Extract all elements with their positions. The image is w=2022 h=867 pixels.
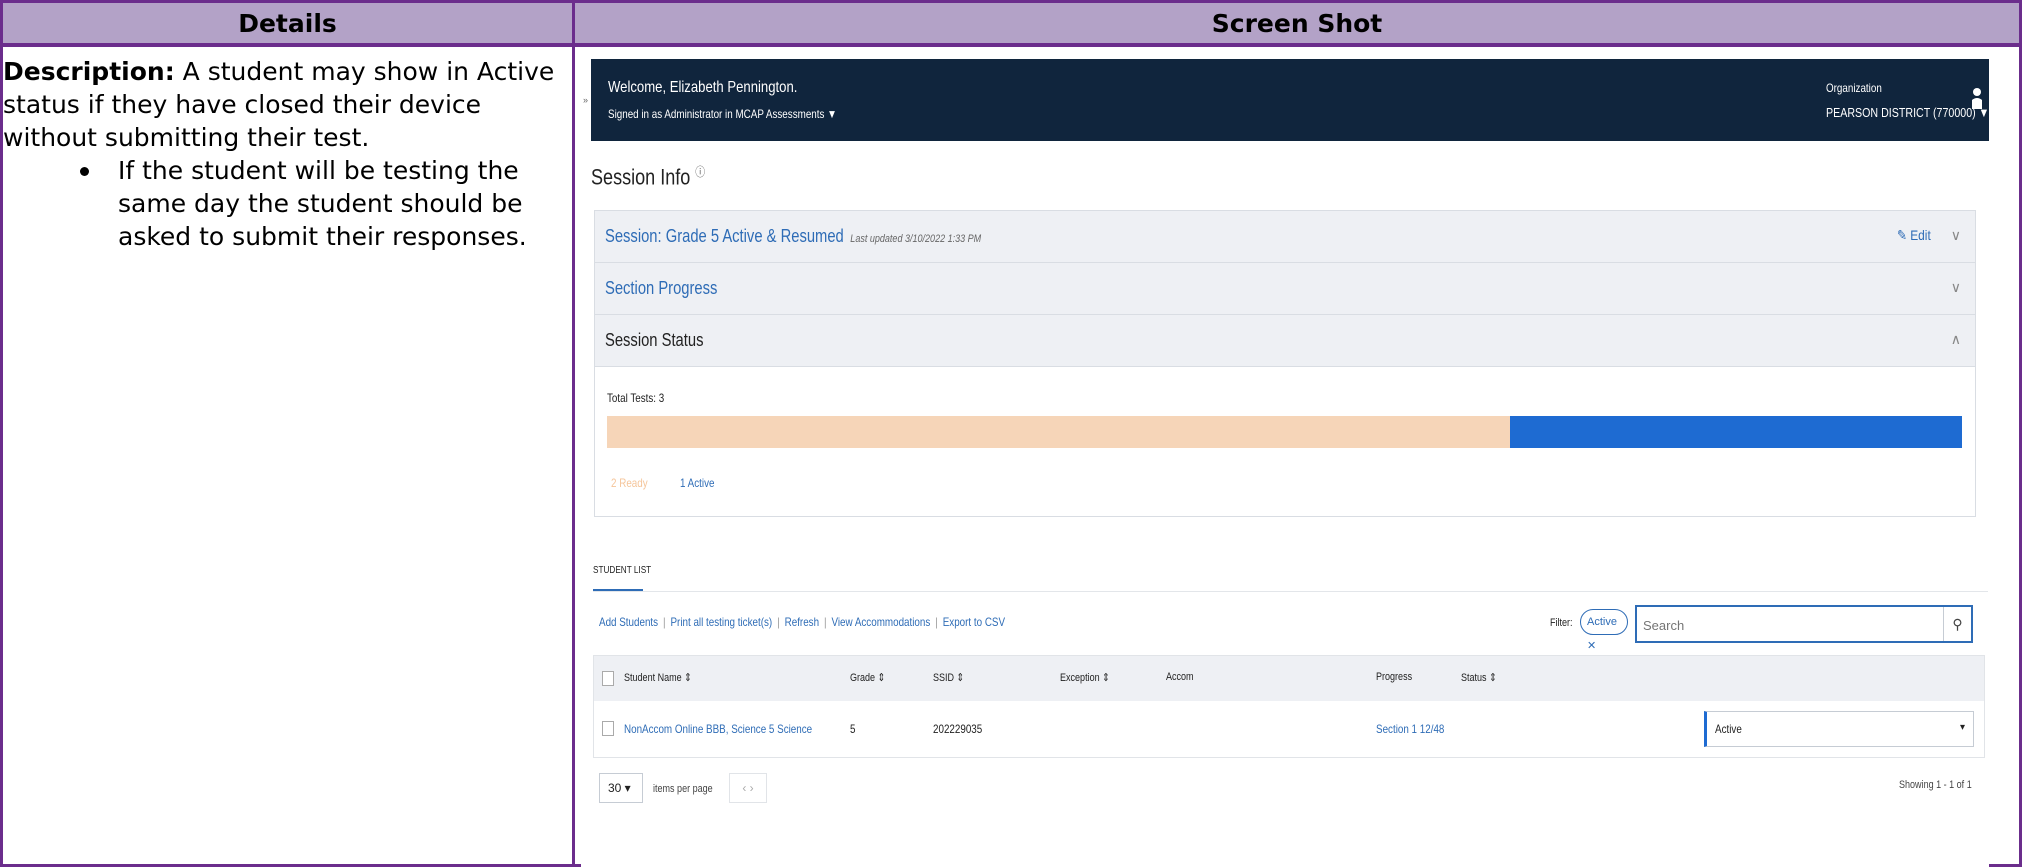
column-grade[interactable]: Grade ⇕	[850, 671, 885, 684]
app-switcher[interactable]: MCAP Assessments ▼	[735, 107, 836, 121]
column-accom: Accom	[1166, 671, 1194, 683]
details-column-header: Details	[238, 9, 337, 38]
last-updated: Last updated 3/10/2022 1:33 PM	[850, 233, 982, 245]
ssid-cell: 202229035	[933, 722, 983, 736]
session-status-title: Session Status	[605, 330, 704, 350]
status-value: Active	[1715, 722, 1742, 736]
header-left-edge: »	[581, 59, 591, 141]
session-status-accordion[interactable]: Session Status ∧	[595, 315, 1975, 367]
print-tickets-link[interactable]: Print all testing ticket(s)	[670, 615, 772, 629]
section-progress-accordion[interactable]: Section Progress ∨	[595, 263, 1975, 315]
tab-student-list[interactable]: STUDENT LIST	[593, 565, 651, 576]
edit-session-button[interactable]: ✎ Edit	[1897, 227, 1931, 244]
details-bullet-list: If the student will be testing the same …	[3, 154, 568, 253]
student-actions: Add Students | Print all testing ticket(s)…	[599, 615, 1006, 629]
student-table: Student Name ⇕ Grade ⇕ SSID ⇕ Exception …	[593, 655, 1985, 758]
bullet-icon	[80, 167, 89, 176]
description-paragraph: Description: A student may show in Activ…	[3, 55, 568, 154]
showing-count: Showing 1 - 1 of 1	[1899, 779, 1972, 791]
status-progress-bar	[607, 416, 1962, 448]
search-icon[interactable]: ⚲	[1943, 607, 1971, 641]
status-dropdown[interactable]: Active ▾	[1704, 711, 1974, 747]
page-title: Session Info ⓘ	[591, 164, 706, 190]
user-icon[interactable]	[1971, 87, 1983, 111]
divider	[593, 591, 1988, 592]
row-checkbox[interactable]	[602, 721, 614, 736]
screenshot-image: » Welcome, Elizabeth Pennington. Signed …	[581, 55, 1989, 867]
legend-ready[interactable]: 2 Ready	[611, 476, 648, 490]
chevron-up-icon[interactable]: ∧	[1951, 331, 1961, 348]
table-row: NonAccom Online BBB, Science 5 Science 5…	[594, 701, 1984, 757]
section-progress-title: Section Progress	[605, 278, 718, 298]
refresh-link[interactable]: Refresh	[785, 615, 819, 629]
export-csv-link[interactable]: Export to CSV	[943, 615, 1005, 629]
app-header: » Welcome, Elizabeth Pennington. Signed …	[581, 59, 1989, 141]
select-all-checkbox[interactable]	[602, 671, 614, 686]
student-name-link[interactable]: NonAccom Online BBB, Science 5 Science	[624, 722, 812, 736]
session-panel: Session: Grade 5 Active & Resumed Last up…	[594, 210, 1976, 517]
screenshot-column-header: Screen Shot	[1211, 9, 1383, 38]
legend-active[interactable]: 1 Active	[680, 476, 714, 490]
progress-link[interactable]: Section 1 12/48	[1376, 722, 1444, 736]
session-accordion[interactable]: Session: Grade 5 Active & Resumed Last up…	[595, 211, 1975, 263]
session-title: Session: Grade 5 Active & Resumed Last up…	[605, 226, 982, 246]
description-label: Description:	[3, 57, 175, 86]
search-input[interactable]	[1643, 615, 1943, 635]
info-icon[interactable]: ⓘ	[695, 165, 705, 179]
list-item: If the student will be testing the same …	[80, 154, 568, 253]
table-header: Student Name ⇕ Grade ⇕ SSID ⇕ Exception …	[594, 656, 1984, 701]
organization-selector[interactable]: PEARSON DISTRICT (770000) ▼	[1826, 105, 1989, 120]
chevron-down-icon[interactable]: ∨	[1951, 227, 1961, 244]
pagination-arrows[interactable]: ‹ ›	[729, 773, 767, 803]
chevron-down-icon[interactable]: ∨	[1951, 279, 1961, 296]
welcome-message: Welcome, Elizabeth Pennington.	[608, 79, 798, 96]
signed-in-line: Signed in as Administrator in MCAP Asses…	[608, 107, 837, 121]
column-student-name[interactable]: Student Name ⇕	[624, 671, 692, 684]
active-filter-chip[interactable]: Active ✕	[1580, 609, 1628, 652]
filter-label: Filter:	[1550, 617, 1573, 629]
add-students-link[interactable]: Add Students	[599, 615, 658, 629]
view-accommodations-link[interactable]: View Accommodations	[831, 615, 930, 629]
column-progress: Progress	[1376, 671, 1413, 683]
chevron-down-icon: ▾	[1959, 722, 1965, 733]
organization-label: Organization	[1826, 81, 1882, 95]
items-per-page-select[interactable]: 30 ▾	[599, 773, 643, 803]
items-per-page-label: items per page	[653, 783, 713, 795]
search-box: ⚲	[1635, 605, 1973, 643]
grade-cell: 5	[850, 722, 856, 736]
total-tests-label: Total Tests: 3	[607, 391, 665, 405]
column-status[interactable]: Status ⇕	[1461, 671, 1497, 684]
column-divider	[572, 3, 575, 867]
active-segment	[1510, 416, 1962, 448]
column-ssid[interactable]: SSID ⇕	[933, 671, 964, 684]
column-exception[interactable]: Exception ⇕	[1060, 671, 1110, 684]
document-table: Details Screen Shot Description: A stude…	[0, 0, 2022, 867]
table-header-row: Details Screen Shot	[3, 3, 2019, 47]
details-cell: Description: A student may show in Activ…	[3, 55, 568, 253]
